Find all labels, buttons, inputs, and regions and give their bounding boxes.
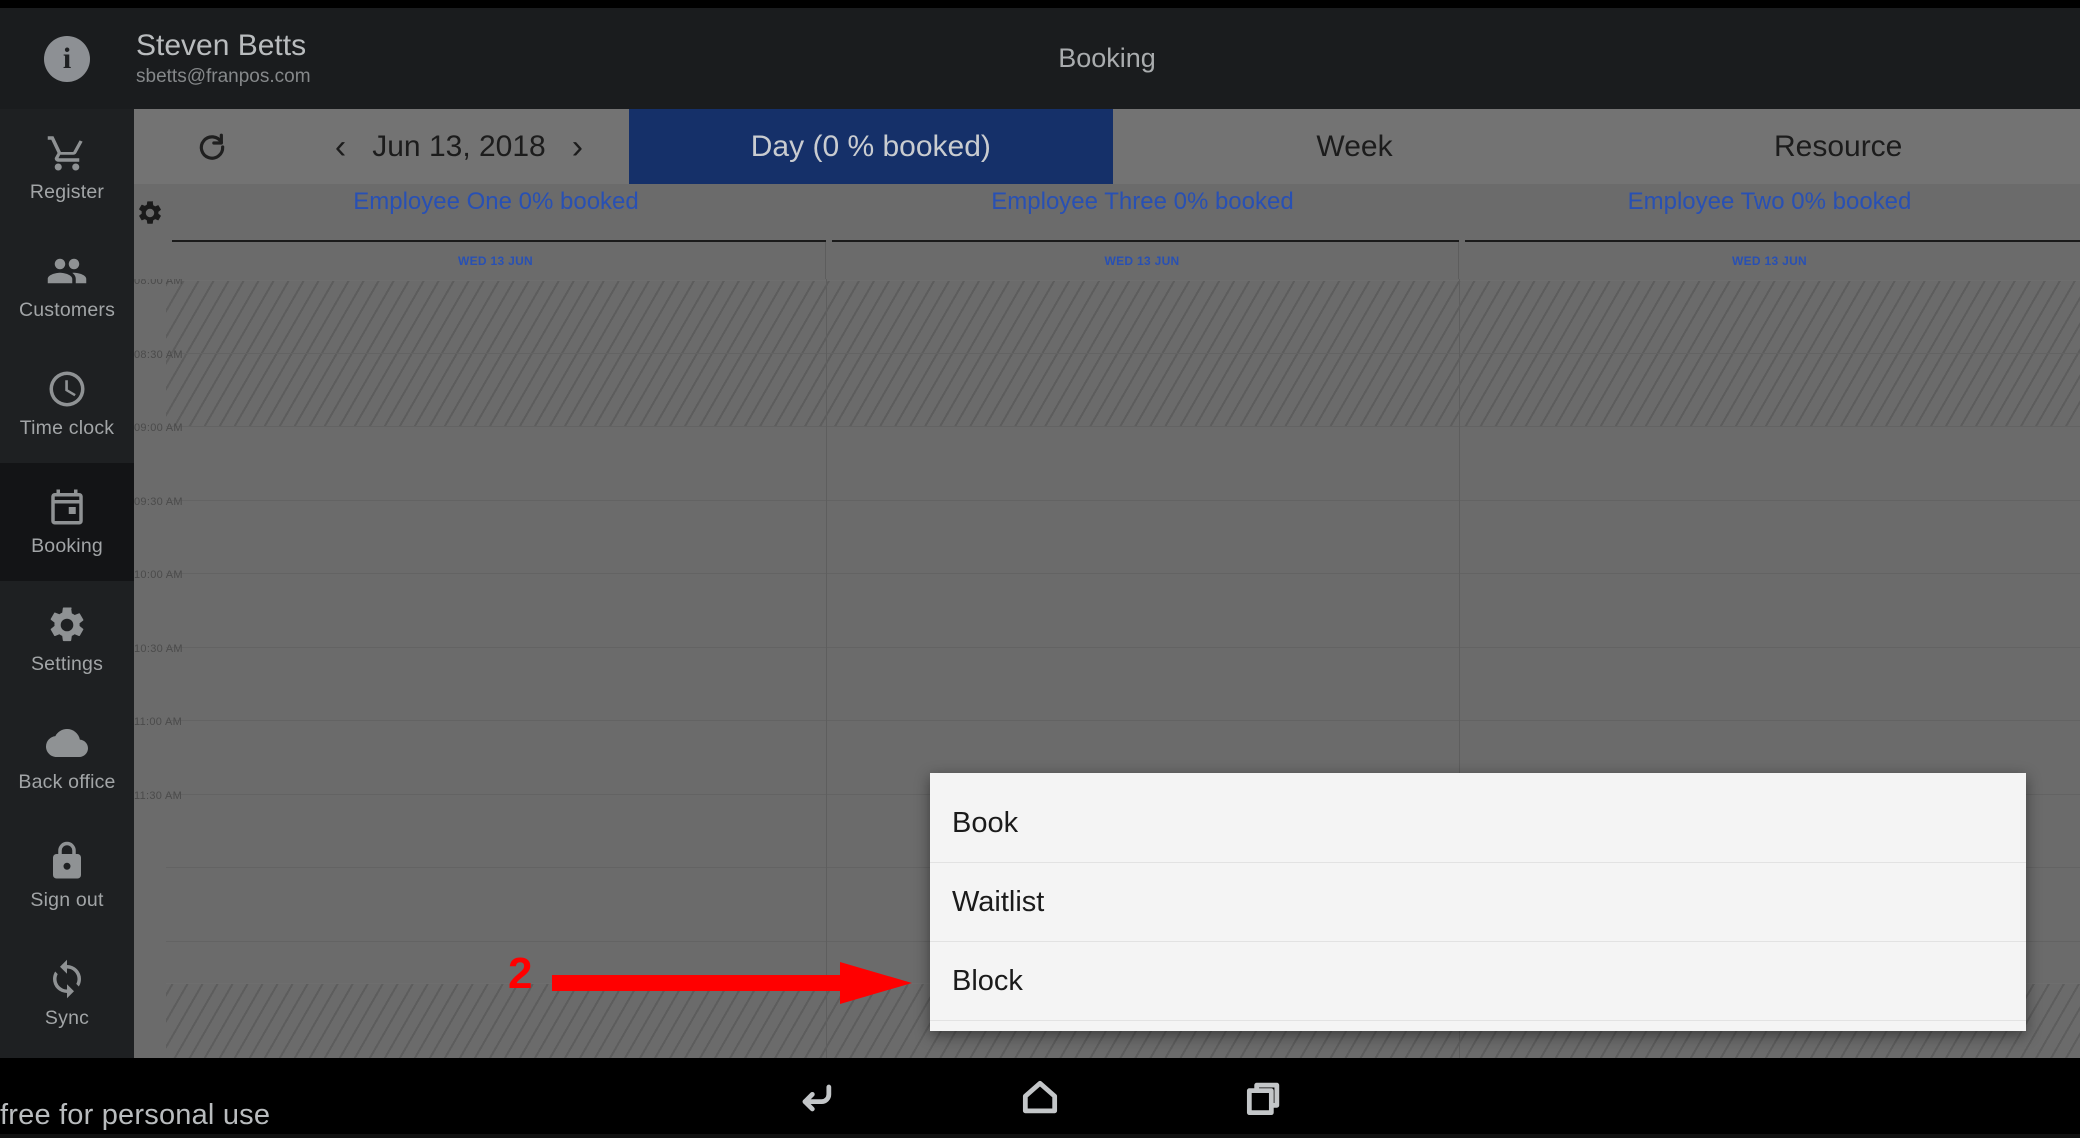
day-label: WED 13 JUN [1731, 253, 1808, 268]
sidebar-item-settings[interactable]: Settings [0, 581, 134, 699]
time-label: 08:30 AM [134, 349, 183, 361]
time-label: 09:00 AM [134, 422, 183, 434]
employee-column-header[interactable]: Employee Two 0% booked [1459, 184, 2080, 242]
employee-name-label: Employee One 0% booked [353, 188, 639, 215]
sidebar-item-back-office[interactable]: Back office [0, 699, 134, 817]
sidebar-item-label: Time clock [19, 417, 115, 439]
sidebar-item-customers[interactable]: Customers [0, 227, 134, 345]
employee-name-label: Employee Two 0% booked [1627, 188, 1912, 215]
sidebar-item-label: Customers [18, 299, 116, 321]
day-label: WED 13 JUN [1104, 253, 1180, 268]
sidebar-item-label: Sync [44, 1007, 90, 1029]
employee-name-label: Employee Three 0% booked [991, 188, 1294, 215]
day-column-header: WED 13 JUN [826, 242, 1459, 279]
date-navigator: ‹ Jun 13, 2018 › [289, 109, 629, 184]
day-column-header: WED 13 JUN [166, 242, 826, 279]
sidebar-item-sync[interactable]: Sync [0, 935, 134, 1053]
grid-line [166, 500, 2080, 501]
clock-icon [49, 371, 85, 407]
status-bar [0, 0, 2080, 8]
tab-week[interactable]: Week [1113, 109, 1597, 184]
user-name: Steven Betts [136, 28, 307, 62]
divider [166, 280, 2080, 281]
employee-header-row: Employee One 0% booked Employee Three 0%… [134, 184, 2080, 242]
sidebar-item-label: Back office [18, 771, 116, 793]
day-header-row: WED 13 JUN WED 13 JUN WED 13 JUN [134, 242, 2080, 279]
grid-line [166, 426, 2080, 427]
top-bar: Steven Betts sbetts@franpos.com [134, 8, 2080, 109]
sidebar-item-time-clock[interactable]: Time clock [0, 345, 134, 463]
time-label: 09:30 AM [134, 496, 183, 508]
right-arrow-icon [552, 962, 912, 1004]
cloud-icon [46, 729, 88, 757]
sidebar: i Register Customers Time clock Booking [0, 8, 134, 1058]
lock-icon [53, 841, 81, 879]
time-gutter: 08:00 AM 08:30 AM 09:00 AM 09:30 AM 10:0… [134, 279, 183, 1058]
user-email: sbetts@franpos.com [136, 65, 311, 87]
refresh-button[interactable] [134, 109, 289, 184]
context-menu[interactable]: Book Waitlist Block [930, 773, 2026, 1031]
menu-item-book[interactable]: Book [930, 784, 2026, 863]
menu-padding [930, 1021, 2026, 1031]
bottom-rule [0, 1134, 2080, 1138]
sidebar-item-label: Settings [30, 653, 104, 675]
recents-icon[interactable] [1242, 1076, 1286, 1120]
time-label: 10:30 AM [134, 643, 183, 655]
refresh-icon [199, 133, 224, 160]
tab-day[interactable]: Day (0 % booked) [629, 109, 1113, 184]
column-divider [826, 279, 827, 1058]
schedule-settings-button[interactable] [134, 184, 166, 242]
menu-item-block[interactable]: Block [930, 942, 2026, 1021]
employee-column-header[interactable]: Employee One 0% booked [166, 184, 826, 242]
grid-line [166, 353, 2080, 354]
app-screen: i Register Customers Time clock Booking [0, 0, 2080, 1138]
sidebar-item-label: Register [29, 181, 105, 203]
gear-icon [50, 607, 84, 642]
time-label: 11:00 AM [134, 716, 183, 728]
grid-line [166, 720, 2080, 721]
shopping-cart-icon [47, 136, 83, 171]
sidebar-item-register[interactable]: Register [0, 109, 134, 227]
tab-resource[interactable]: Resource [1596, 109, 2080, 184]
sidebar-info-button[interactable]: i [0, 8, 134, 109]
time-label: 11:30 AM [134, 790, 183, 802]
menu-padding [930, 773, 2026, 784]
home-icon[interactable] [1018, 1076, 1062, 1120]
info-icon: i [44, 35, 90, 82]
prev-day-button[interactable]: ‹ [335, 130, 346, 164]
time-label: 08:00 AM [134, 279, 183, 287]
user-info: Steven Betts sbetts@franpos.com [134, 28, 311, 90]
menu-item-waitlist[interactable]: Waitlist [930, 863, 2026, 942]
next-day-button[interactable]: › [572, 130, 583, 164]
sidebar-item-booking[interactable]: Booking [0, 463, 134, 581]
android-nav-bar [0, 1058, 2080, 1138]
annotation-step-number: 2 [508, 949, 533, 998]
sidebar-item-label: Sign out [30, 889, 104, 911]
back-icon[interactable] [794, 1076, 838, 1120]
sidebar-item-label: Booking [31, 535, 103, 557]
employee-column-header[interactable]: Employee Three 0% booked [826, 184, 1459, 242]
people-icon [47, 258, 87, 284]
booking-toolbar: ‹ Jun 13, 2018 › Day (0 % booked) Week R… [134, 109, 2080, 184]
sync-icon [53, 959, 81, 999]
calendar-icon [51, 489, 83, 525]
time-label: 10:00 AM [134, 569, 183, 581]
day-column-header: WED 13 JUN [1459, 242, 2080, 279]
gear-icon [139, 201, 161, 224]
sidebar-item-sign-out[interactable]: Sign out [0, 817, 134, 935]
grid-line [166, 647, 2080, 648]
grid-line [166, 573, 2080, 574]
day-label: WED 13 JUN [457, 253, 534, 268]
current-date-label[interactable]: Jun 13, 2018 [372, 130, 545, 164]
